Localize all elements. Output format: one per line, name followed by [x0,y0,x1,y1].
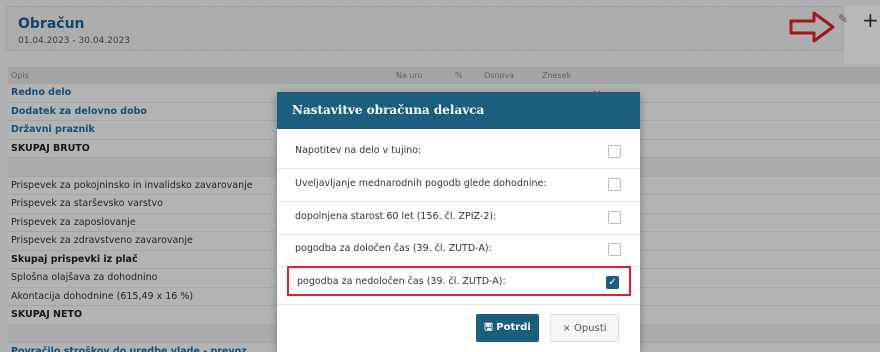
option-row: pogodba za določen čas (39. čl. ZUTD-A): [287,235,631,265]
option-checkbox[interactable] [608,145,621,158]
option-label: dopolnjena starost 60 let (156. čl. ZPIZ… [295,211,497,222]
option-divider [277,168,640,169]
option-checkbox[interactable] [608,243,621,256]
confirm-label: Potrdi [496,322,531,333]
option-row: dopolnjena starost 60 let (156. čl. ZPIZ… [287,203,631,233]
option-checkbox[interactable] [608,211,621,224]
dialog-title: Nastavitve obračuna delavca [277,92,640,129]
option-label: Napotitev na delo v tujino: [295,145,422,156]
employee-settings-dialog: Nastavitve obračuna delavca × Napotitev … [277,87,640,352]
option-divider [277,201,640,202]
footer-divider [277,304,640,305]
option-checkbox[interactable] [608,178,621,191]
option-row: pogodba za nedoločen čas (39. čl. ZUTD-A… [287,266,631,296]
option-row: Napotitev na delo v tujino: [287,137,631,167]
close-icon[interactable]: × [592,87,602,101]
option-label: Uveljavljanje mednarodnih pogodb glede d… [295,178,547,189]
confirm-button[interactable]: 🖫 Potrdi [476,314,539,342]
option-row: Uveljavljanje mednarodnih pogodb glede d… [287,170,631,200]
close-icon: × [562,323,571,334]
option-label: pogodba za nedoločen čas (39. čl. ZUTD-A… [297,276,506,287]
option-checkbox[interactable]: ✓ [606,276,619,289]
cancel-label: Opusti [574,323,607,334]
save-icon: 🖫 [484,322,493,333]
option-label: pogodba za določen čas (39. čl. ZUTD-A): [295,243,492,254]
cancel-button[interactable]: × Opusti [550,314,619,342]
